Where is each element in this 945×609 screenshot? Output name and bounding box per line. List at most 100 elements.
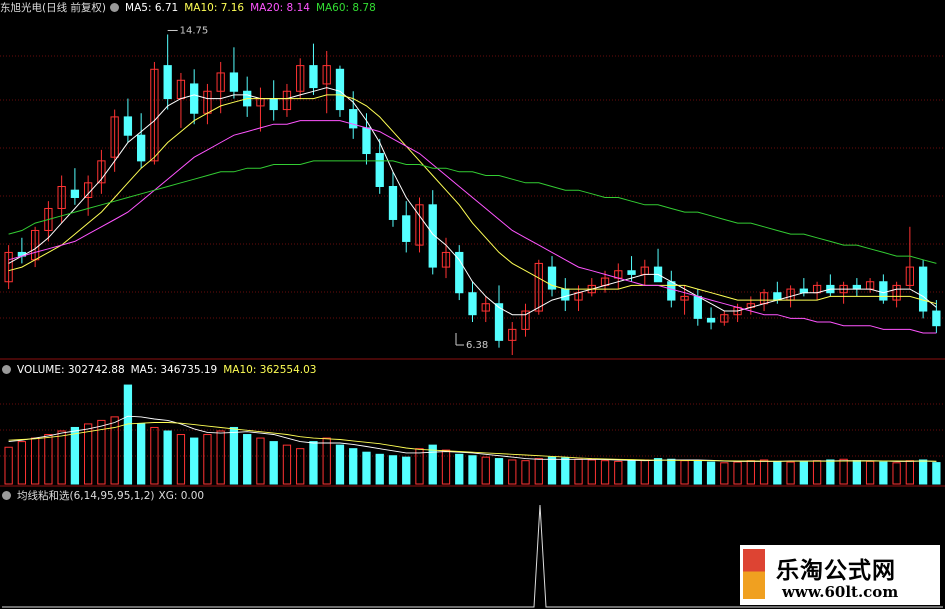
volume-bar: [640, 459, 649, 485]
volume-bar: [190, 437, 199, 485]
volume-bar: [455, 453, 464, 485]
xg-label: XG: 0.00: [158, 490, 205, 502]
candle-body: [70, 189, 80, 198]
volume-bar: [176, 434, 186, 485]
volume-bar: [282, 444, 292, 485]
candle-body: [468, 292, 477, 316]
volume-ma10-label: MA10: 362554.03: [223, 364, 317, 376]
volume-header: VOLUME: 302742.88 MA5: 346735.19 MA10: 362…: [0, 363, 322, 377]
min-price-label: 6.38: [466, 340, 488, 351]
volume-bar: [852, 460, 861, 485]
volume-bar: [653, 458, 663, 485]
volume-bar: [269, 441, 278, 485]
candle-body: [706, 317, 716, 323]
volume-bar: [932, 462, 941, 485]
volume-bar: [600, 460, 610, 485]
candle-body: [190, 83, 199, 114]
candle-body: [137, 134, 146, 162]
volume-bar: [508, 459, 517, 485]
volume-bar: [296, 448, 305, 485]
ma10-label: MA10: 7.16: [184, 2, 245, 14]
volume-bar: [70, 426, 80, 485]
volume-bar: [918, 459, 928, 485]
volume-bar: [693, 460, 702, 485]
volume-bar: [322, 437, 331, 485]
max-price-label: 14.75: [180, 25, 209, 36]
volume-bar: [428, 444, 437, 485]
price-header: 东旭光电(日线 前复权) MA5: 6.71 MA10: 7.16 MA20: 8.1…: [0, 1, 382, 15]
candle-body: [335, 68, 345, 111]
volume-bar: [415, 448, 424, 485]
stock-title: 东旭光电(日线 前复权): [0, 2, 107, 14]
volume-bar: [746, 460, 755, 485]
volume-bar: [137, 423, 146, 485]
candle-body: [402, 215, 411, 242]
volume-bar: [17, 441, 27, 485]
candle-body: [627, 270, 636, 275]
price-ma60-line: [8, 160, 937, 264]
volume-bar: [388, 455, 398, 485]
candle-body: [229, 72, 239, 92]
volume-bar: [57, 430, 66, 485]
volume-bar: [30, 437, 40, 485]
volume-bar: [667, 458, 676, 485]
volume-bar: [256, 437, 265, 485]
volume-bar: [547, 456, 557, 485]
volume-bar: [720, 462, 729, 485]
volume-bar: [521, 460, 530, 485]
volume-bar: [375, 453, 384, 485]
volume-bar: [892, 462, 901, 485]
volume-bar: [309, 441, 318, 485]
volume-bar: [362, 451, 371, 485]
volume-bar: [879, 461, 888, 485]
watermark-logo-icon: [743, 549, 765, 599]
volume-bar: [216, 430, 225, 485]
indicator-label: 均线粘和选(6,14,95,95,1,2): [17, 490, 155, 502]
volume-bar: [680, 460, 689, 485]
volume-bar: [229, 426, 239, 485]
candle-body: [667, 281, 676, 301]
candle-body: [123, 116, 133, 136]
gear-icon[interactable]: [110, 3, 120, 12]
volume-bar: [759, 459, 769, 485]
volume-bar: [799, 460, 808, 485]
volume-bar: [614, 460, 623, 485]
candle-body: [455, 251, 464, 294]
volume-bar: [561, 457, 570, 485]
candle-body: [852, 284, 861, 290]
ma5-label: MA5: 6.71: [125, 2, 179, 14]
candle-body: [163, 65, 172, 100]
candle-body: [932, 310, 941, 327]
stock-chart-app: 14.75 6.38 东旭光电(日线 前复权) MA5: 6.71 MA10: 7.1…: [0, 0, 945, 609]
volume-bar: [786, 461, 795, 485]
chart-canvas[interactable]: 14.75 6.38: [0, 0, 945, 609]
volume-bar: [733, 461, 742, 485]
volume-bar: [574, 458, 583, 485]
candle-body: [388, 186, 398, 220]
volume-bar: [839, 458, 848, 485]
candle-body: [879, 281, 888, 301]
volume-bar: [243, 434, 252, 485]
volume-bar: [203, 434, 212, 485]
volume-ma5-label: MA5: 346735.19: [130, 364, 218, 376]
volume-bar: [4, 446, 13, 485]
candle-body: [375, 153, 384, 187]
volume-bar: [123, 384, 133, 485]
candle-body: [693, 295, 702, 319]
candle-body: [269, 98, 278, 111]
gear-icon[interactable]: [2, 365, 11, 374]
volume-bar: [163, 430, 172, 485]
candle-body: [918, 266, 928, 312]
volume-bar: [534, 458, 543, 485]
price-ma5-line: [8, 87, 937, 316]
volume-label: VOLUME: 302742.88: [17, 364, 125, 376]
volume-bar: [773, 460, 782, 485]
gear-icon[interactable]: [2, 491, 11, 500]
volume-bar: [706, 461, 716, 485]
volume-bar: [812, 460, 822, 485]
watermark-name: 乐淘公式网: [776, 558, 896, 584]
volume-bar: [826, 459, 835, 485]
watermark: 乐淘公式网 www.60lt.com: [740, 545, 940, 605]
volume-bar: [865, 460, 875, 485]
volume-bar: [905, 460, 915, 485]
